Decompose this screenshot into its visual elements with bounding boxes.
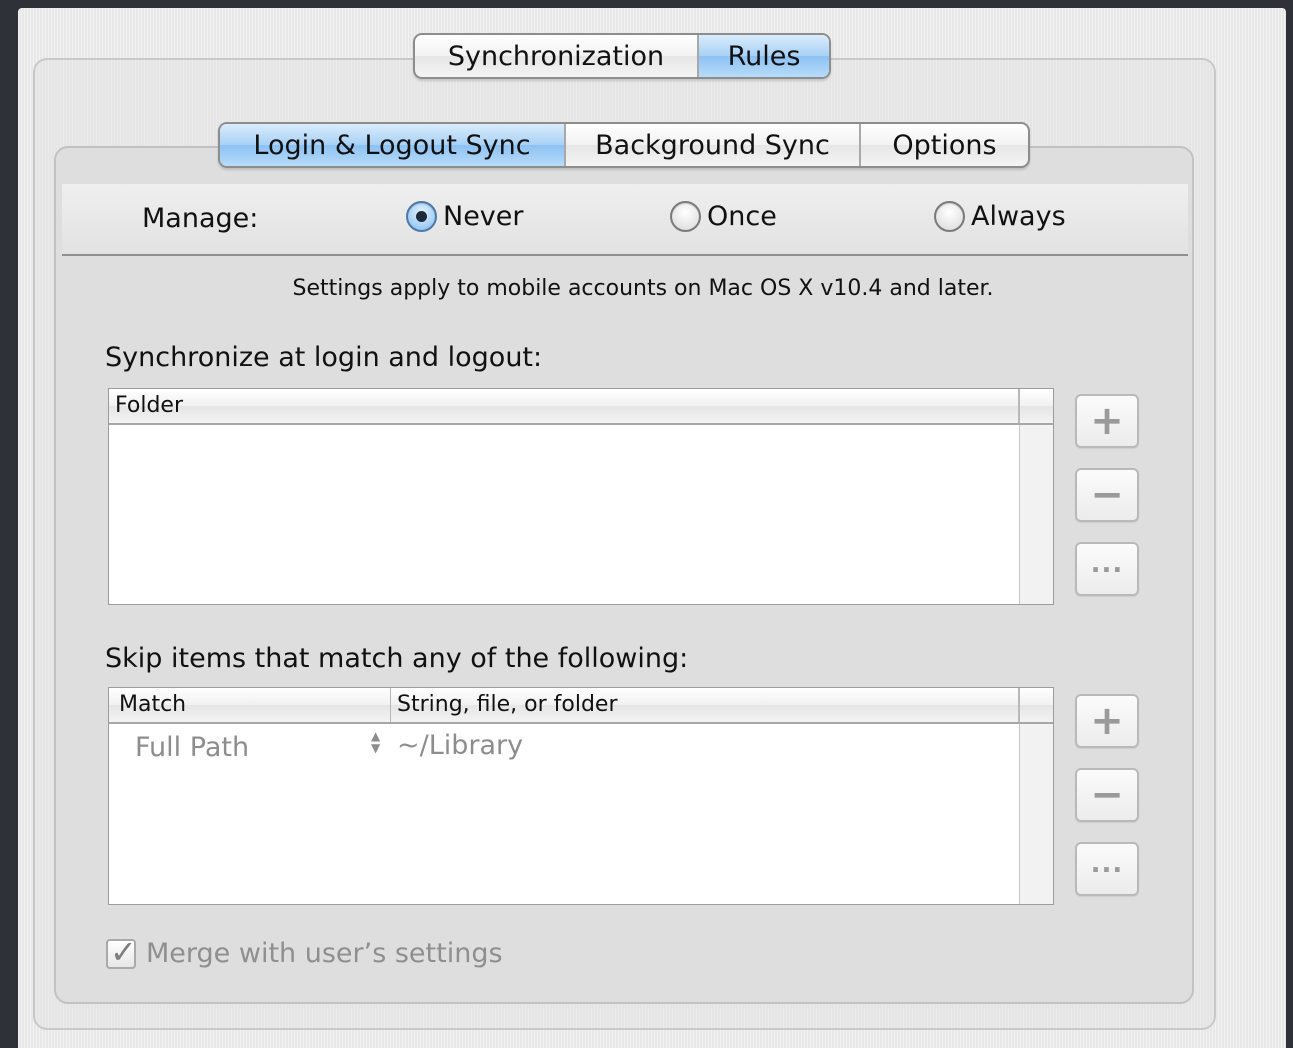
skip-edit-button[interactable]: ... [1075,842,1139,896]
tab-login-logout-sync[interactable]: Login & Logout Sync [220,124,566,166]
radio-once-indicator [670,201,701,232]
sync-edit-button[interactable]: ... [1075,542,1139,596]
tab-background-sync[interactable]: Background Sync [566,124,861,166]
merge-settings-label: Merge with user’s settings [146,938,503,969]
sync-add-button[interactable]: + [1075,394,1139,448]
match-column-header[interactable]: Match [109,688,391,722]
sync-table-header: Folder [109,389,1053,425]
mobile-accounts-notice: Settings apply to mobile accounts on Mac… [292,276,994,301]
sync-section-title: Synchronize at login and logout: [105,342,543,373]
skip-items-table[interactable]: Match String, file, or folder Full Path … [108,687,1054,905]
header-corner [1019,688,1053,722]
manage-label: Manage: [142,203,259,234]
merge-settings-checkbox[interactable]: ✓ Merge with user’s settings [106,933,503,971]
header-corner [1019,389,1053,423]
sync-folder-table[interactable]: Folder [108,388,1054,605]
radio-never-indicator [406,201,437,232]
tab-options[interactable]: Options [861,124,1028,166]
sub-tab-bar: Login & Logout Sync Background Sync Opti… [218,122,1030,168]
folder-column-header[interactable]: Folder [109,389,1019,423]
preferences-window: Synchronization Rules Login & Logout Syn… [18,8,1286,1048]
skip-remove-button[interactable]: − [1075,768,1139,822]
skip-section-title: Skip items that match any of the followi… [105,643,689,674]
skip-add-button[interactable]: + [1075,694,1139,748]
top-tab-bar: Synchronization Rules [413,33,831,79]
skip-table-scrollbar[interactable] [1019,724,1053,904]
tab-synchronization[interactable]: Synchronization [415,35,699,77]
radio-once[interactable]: Once [670,201,777,232]
radio-never[interactable]: Never [406,201,524,232]
string-column-header[interactable]: String, file, or folder [391,688,1019,722]
radio-always-indicator [934,201,965,232]
radio-always[interactable]: Always [934,201,1066,232]
match-string-cell[interactable]: ~/Library [397,730,523,761]
radio-never-label: Never [443,201,524,232]
match-type-popup[interactable]: Full Path [135,732,249,763]
popup-arrows-icon: ▲ ▼ [371,729,381,755]
tab-rules[interactable]: Rules [699,35,829,77]
sync-remove-button[interactable]: − [1075,468,1139,522]
radio-always-label: Always [971,201,1066,232]
skip-table-header: Match String, file, or folder [109,688,1053,724]
radio-once-label: Once [707,201,777,232]
checkmark-icon: ✓ [110,932,137,971]
sync-table-scrollbar[interactable] [1019,425,1053,604]
checkbox-box: ✓ [106,933,137,971]
